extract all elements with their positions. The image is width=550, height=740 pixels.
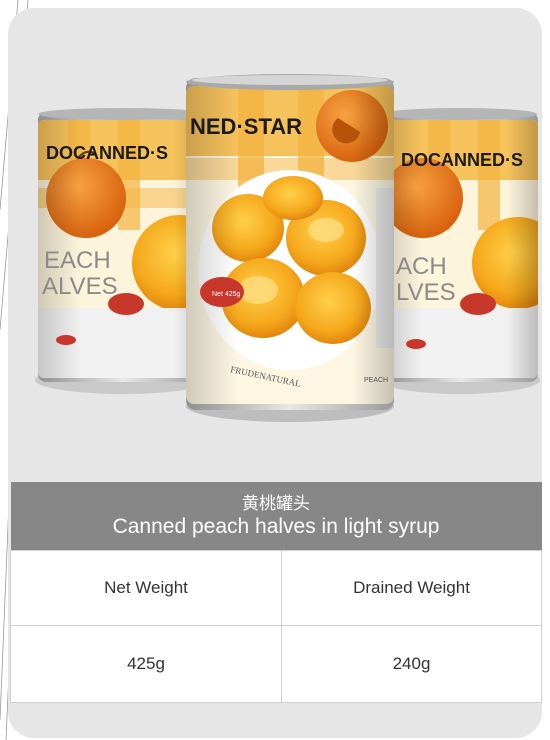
left-can-brand: DOCANNED·S — [46, 143, 168, 163]
net-weight-header: Net Weight — [10, 550, 282, 626]
product-image: DOCANNED·S EACH ALVES DOCANNED·S ACH LVE… — [35, 74, 540, 422]
right-can-brand: DOCANNED·S — [401, 150, 523, 170]
drained-weight-header: Drained Weight — [281, 550, 542, 626]
center-can-side-text: PEACH — [364, 377, 388, 384]
center-can: NED·STAR Net 425g FRUDENATURAL PEACH — [186, 74, 394, 422]
right-can: DOCANNED·S ACH LVES — [380, 108, 540, 394]
product-title-bar: 黄桃罐头 Canned peach halves in light syrup — [10, 482, 542, 551]
product-card: DOCANNED·S EACH ALVES DOCANNED·S ACH LVE… — [8, 8, 542, 738]
product-title-english: Canned peach halves in light syrup — [112, 515, 440, 538]
right-can-label-2: LVES — [396, 279, 456, 306]
nutrition-table: 黄桃罐头 Canned peach halves in light syrup … — [10, 482, 542, 703]
drained-weight-value: 240g — [281, 625, 542, 703]
left-can-label-1: EACH — [44, 247, 111, 274]
center-can-badge: Net 425g — [212, 291, 241, 298]
product-title-chinese: 黄桃罐头 — [242, 494, 310, 513]
center-can-brand: NED·STAR — [190, 114, 302, 139]
right-can-label-1: ACH — [396, 253, 447, 280]
net-weight-value: 425g — [10, 625, 282, 703]
left-can-label-2: ALVES — [42, 273, 118, 300]
